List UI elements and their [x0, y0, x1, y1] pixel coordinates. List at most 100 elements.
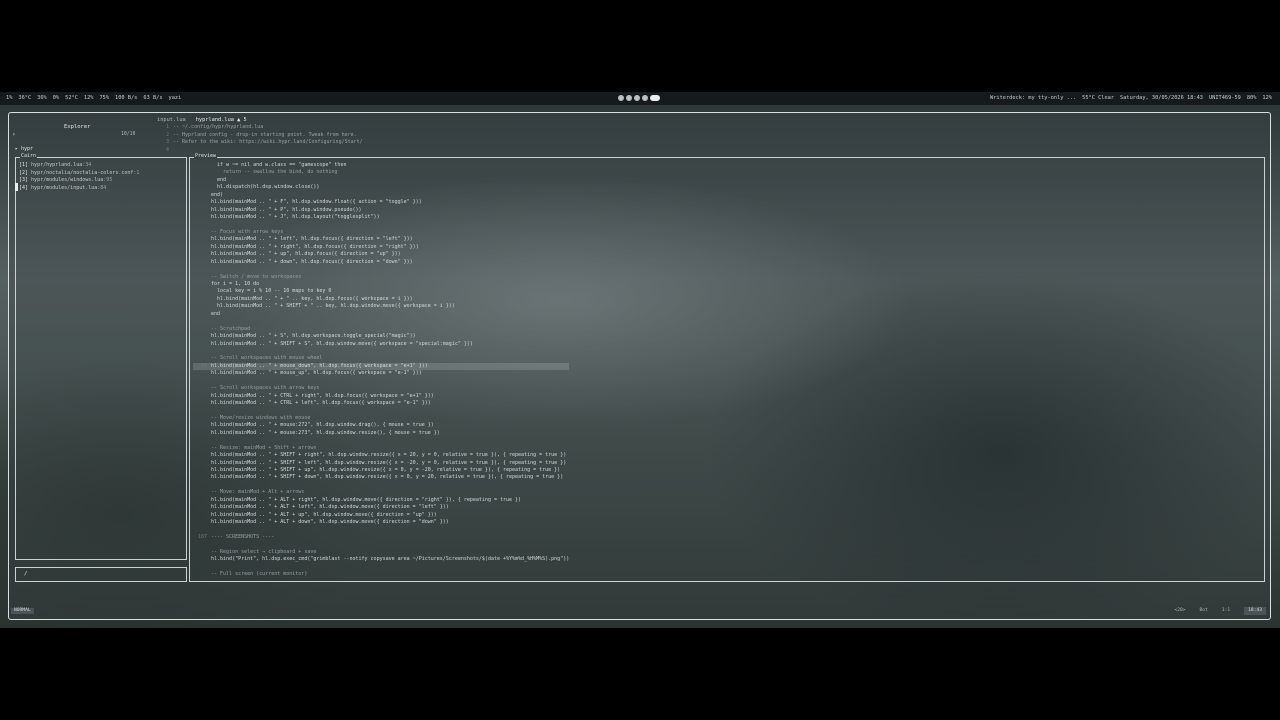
tab-item[interactable]: input.lua	[157, 117, 186, 123]
status-item[interactable]: 63 B/s	[143, 92, 162, 105]
statusline-item: 18:43	[1244, 607, 1266, 615]
code-text: -- Full screen (current monitor)	[211, 571, 308, 578]
code-line[interactable]: local key = i % 10 -- 10 maps to key 0	[193, 288, 569, 295]
code-text: local key = i % 10 -- 10 maps to key 0	[211, 288, 332, 295]
code-line[interactable]: hl.bind(mainMod .. " + mouse:272", hl.ds…	[193, 422, 569, 429]
list-item[interactable]: [2] hypr/noctalia/noctalia-colors.conf:1	[19, 170, 139, 178]
code-line[interactable]	[193, 482, 569, 489]
code-line[interactable]: -- Region select → clipboard + save	[193, 549, 569, 556]
search-prompt[interactable]: /	[15, 567, 187, 582]
code-line[interactable]: return -- swallow the bind, do nothing	[193, 169, 569, 176]
status-item[interactable]: 12%	[1262, 92, 1272, 105]
code-line[interactable]: hl.bind(mainMod .. " + SHIFT + " .. key,…	[193, 303, 569, 310]
code-line[interactable]: -- Resize: mainMod + Shift + arrows	[193, 445, 569, 452]
code-line[interactable]	[193, 541, 569, 548]
workspace-dot[interactable]	[626, 95, 632, 101]
code-line[interactable]	[193, 437, 569, 444]
code-line[interactable]: hl.bind(mainMod .. " + F", hl.dsp.window…	[193, 199, 569, 206]
code-line[interactable]	[193, 378, 569, 385]
code-line[interactable]: 107 ---- SCREENSHOTS ----	[193, 534, 569, 541]
code-line[interactable]: end)	[193, 192, 569, 199]
status-item[interactable]: 75%	[99, 92, 109, 105]
code-line[interactable]: -- Move: mainMod + Alt + arrows	[193, 489, 569, 496]
code-line[interactable]: -- Focus with arrow keys	[193, 229, 569, 236]
code-line[interactable]	[193, 222, 569, 229]
code-line[interactable]: hl.bind(mainMod .. " + left", hl.dsp.foc…	[193, 236, 569, 243]
code-line[interactable]: hl.bind(mainMod .. " + CTRL + left", hl.…	[193, 400, 569, 407]
code-line[interactable]: -- Scroll workspaces with arrow keys	[193, 385, 569, 392]
code-line[interactable]: -- Scroll workspaces with mouse wheel	[193, 355, 569, 362]
code-text: hl.bind(mainMod .. " + P", hl.dsp.window…	[211, 206, 362, 213]
header-code: 1 -- ~/.config/hypr/hyprland.lua 2 -- Hyprl…	[155, 124, 363, 154]
list-item[interactable]: [3] hypr/modules/windows.lua:95	[19, 177, 139, 185]
prompt-text[interactable]: /	[24, 571, 27, 577]
code-line[interactable]: hl.bind(mainMod .. " + up", hl.dsp.focus…	[193, 251, 569, 258]
status-item[interactable]: 52°C	[65, 92, 78, 105]
code-line[interactable]: -- Switch / move to workspaces	[193, 274, 569, 281]
status-item[interactable]: 12%	[84, 92, 94, 105]
code-line[interactable]	[193, 348, 569, 355]
status-item[interactable]: 100 B/s	[115, 92, 137, 105]
code-text: hl.bind(mainMod .. " + mouse_up", hl.dsp…	[211, 370, 422, 377]
code-line[interactable]: hl.bind(mainMod .. " + mouse_up", hl.dsp…	[193, 370, 569, 377]
workspace-dot-active[interactable]	[650, 95, 660, 101]
status-item[interactable]: 55°C Clear	[1082, 92, 1114, 105]
workspace-indicators[interactable]	[618, 95, 660, 101]
code-line[interactable]: hl.bind(mainMod .. " + ALT + up", hl.dsp…	[193, 512, 569, 519]
code-text: hl.bind(mainMod .. " + CTRL + right", hl…	[211, 392, 434, 399]
code-line[interactable]: -- Move/resize windows with mouse	[193, 415, 569, 422]
code-line[interactable]: hl.bind(mainMod .. " + J", hl.dsp.layout…	[193, 214, 569, 221]
code-text: hl.bind(mainMod .. " + SHIFT + left", hl…	[211, 459, 567, 466]
code-view[interactable]: if w ~= nil and w.class == "gamescope" t…	[193, 162, 570, 579]
code-line[interactable]: hl.bind(mainMod .. " + S", hl.dsp.worksp…	[193, 333, 569, 340]
tab-item[interactable]: hyprland.lua ▲ 5	[196, 117, 247, 123]
list-item[interactable]: [1] hypr/hyprland.lua:34	[19, 162, 139, 170]
code-line[interactable]: for i = 1, 10 do	[193, 281, 569, 288]
code-line[interactable]	[193, 318, 569, 325]
code-line[interactable]: hl.dispatch(hl.dsp.window.close())	[193, 184, 569, 191]
code-line[interactable]: hl.bind(mainMod .. " + " .. key, hl.dsp.…	[193, 296, 569, 303]
code-text: hl.bind(mainMod .. " + mouse:273", hl.ds…	[211, 429, 440, 436]
code-line[interactable]: hl.bind(mainMod .. " + SHIFT + S", hl.ds…	[193, 341, 569, 348]
status-item[interactable]: 36°C	[18, 92, 31, 105]
statusline-item: <20>	[1174, 608, 1186, 613]
code-line[interactable]	[193, 564, 569, 571]
code-line[interactable]: hl.bind(mainMod .. " + SHIFT + down", hl…	[193, 474, 569, 481]
code-line[interactable]: hl.bind(mainMod .. " + mouse:273", hl.ds…	[193, 430, 569, 437]
workspace-dot[interactable]	[618, 95, 624, 101]
code-line[interactable]: -- Scratchpad	[193, 326, 569, 333]
preview-panel[interactable]: Preview if w ~= nil and w.class == "game…	[189, 153, 1265, 582]
status-item[interactable]: 36%	[37, 92, 47, 105]
workspace-dot[interactable]	[634, 95, 640, 101]
file-list-panel[interactable]: Cairn [1] hypr/hyprland.lua:34 [2] hypr/n…	[15, 153, 187, 560]
code-line[interactable]: hl.bind(mainMod .. " + down", hl.dsp.foc…	[193, 259, 569, 266]
code-line[interactable]: hl.bind(mainMod .. " + ALT + right", hl.…	[193, 497, 569, 504]
code-line[interactable]: hl.bind(mainMod .. " + right", hl.dsp.fo…	[193, 244, 569, 251]
code-line[interactable]: hl.bind(mainMod .. " + P", hl.dsp.window…	[193, 207, 569, 214]
code-line[interactable]: if w ~= nil and w.class == "gamescope" t…	[193, 162, 569, 169]
code-line[interactable]: end	[193, 177, 569, 184]
code-line[interactable]	[193, 526, 569, 533]
code-line[interactable]	[193, 407, 569, 414]
code-line[interactable]: hl.bind(mainMod .. " + SHIFT + up", hl.d…	[193, 467, 569, 474]
code-line[interactable]: hl.bind(mainMod .. " + SHIFT + left", hl…	[193, 460, 569, 467]
status-item[interactable]: yazi	[169, 92, 182, 105]
code-line[interactable]: end	[193, 311, 569, 318]
status-item[interactable]: Saturday, 30/05/2026 18:43	[1120, 92, 1203, 105]
code-line[interactable]: hl.bind(mainMod .. " + SHIFT + right", h…	[193, 452, 569, 459]
code-line[interactable]: hl.bind(mainMod .. " + ALT + down", hl.d…	[193, 519, 569, 526]
code-line[interactable]: hl.bind(mainMod .. " + CTRL + right", hl…	[193, 393, 569, 400]
code-line[interactable]: -- Full screen (current monitor)	[193, 571, 569, 578]
workspace-dot[interactable]	[642, 95, 648, 101]
explorer-count: 10/10	[121, 132, 136, 137]
list-item[interactable]: [4] hypr/modules/input.lua:84	[19, 185, 139, 193]
code-line[interactable]	[193, 266, 569, 273]
status-item[interactable]: Writerdeck: my tty-only ...	[990, 92, 1076, 105]
code-line[interactable]: hl.bind(mainMod .. " + ALT + left", hl.d…	[193, 504, 569, 511]
status-item[interactable]: UNIT469-59	[1209, 92, 1241, 105]
code-line[interactable]: 84 hl.bind(mainMod .. " + mouse_down", hl…	[193, 362, 570, 371]
status-item[interactable]: 0%	[53, 92, 59, 105]
status-item[interactable]: 80%	[1247, 92, 1257, 105]
code-line[interactable]: hl.bind("Print", hl.dsp.exec_cmd("grimbl…	[193, 556, 569, 563]
status-item[interactable]: 1%	[6, 92, 12, 105]
